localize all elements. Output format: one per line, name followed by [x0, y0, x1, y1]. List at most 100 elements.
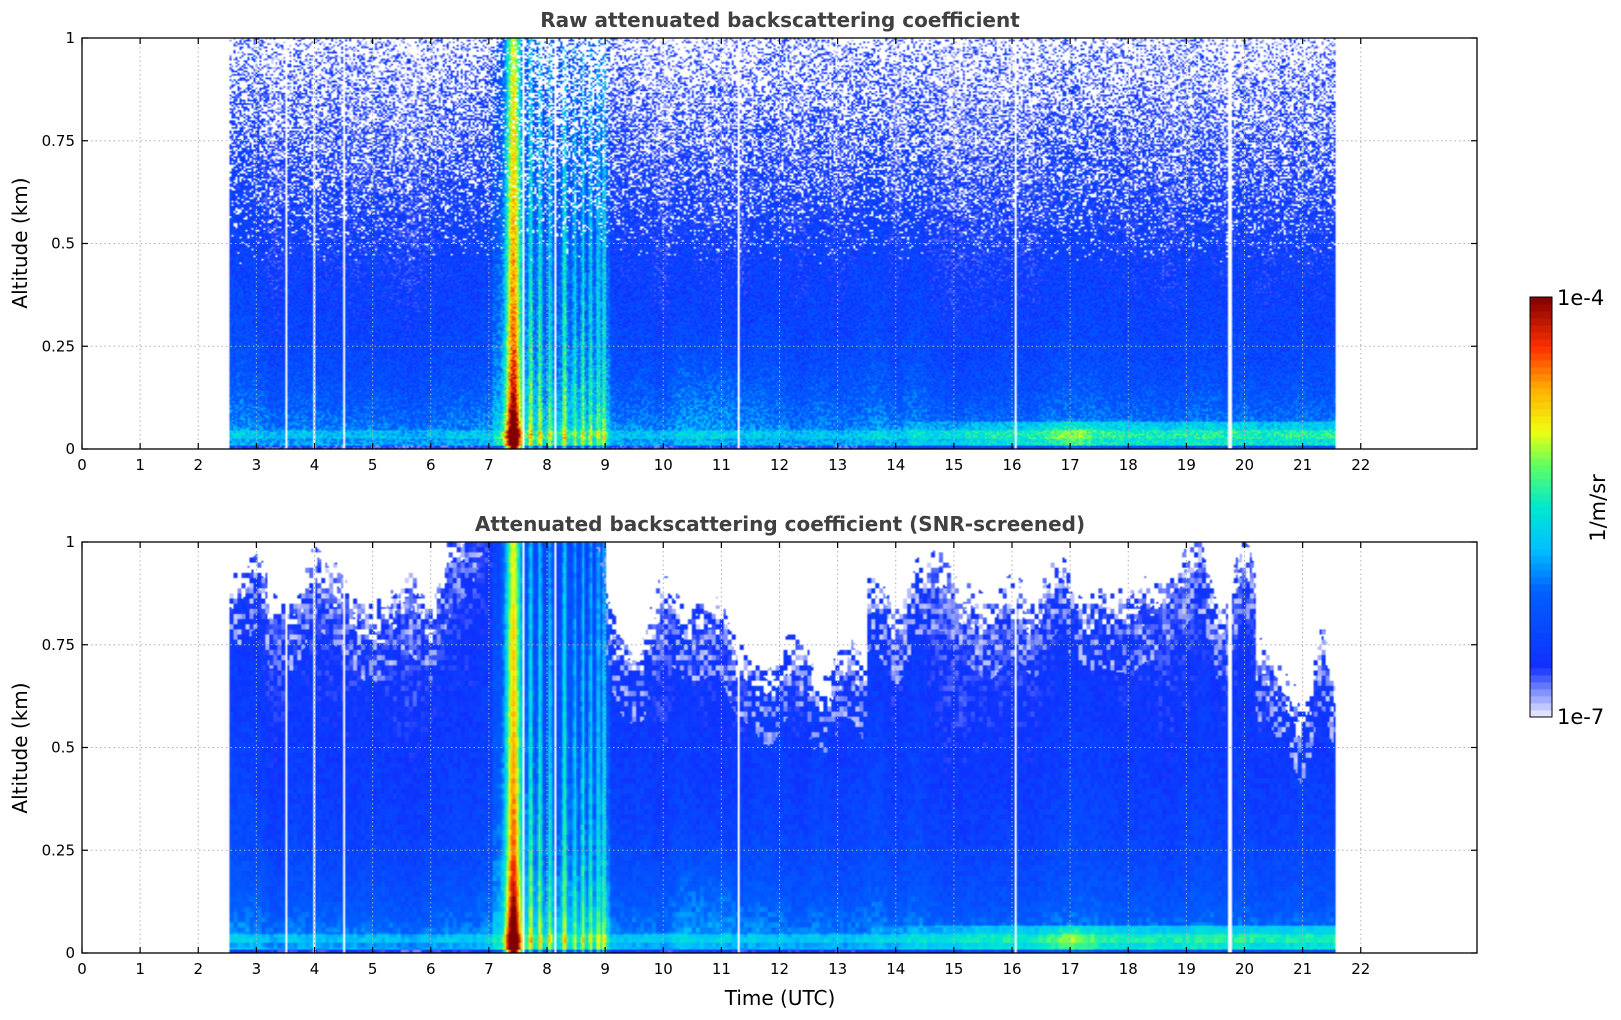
- x-tick-label: 3: [252, 960, 262, 978]
- colorbar-step: [1530, 458, 1552, 466]
- colorbar-step: [1530, 675, 1552, 683]
- x-tick-label: 11: [712, 960, 731, 978]
- x-tick-label: 15: [944, 456, 963, 474]
- colorbar-step: [1530, 353, 1552, 361]
- colorbar-step: [1530, 507, 1552, 515]
- x-tick-label: 20: [1235, 456, 1254, 474]
- x-tick-label: 12: [770, 456, 789, 474]
- panel-screened-plot: 0 1 2 3 4 5 6 7 8 9 10 11 12 13 14 15 16 17 18 19 20 21 22 00.…: [42, 533, 1478, 978]
- x-tick-label: 9: [600, 960, 610, 978]
- colorbar-step: [1530, 549, 1552, 557]
- colorbar-step: [1530, 591, 1552, 599]
- y-tick-label: 0: [65, 440, 75, 458]
- x-tick-label: 10: [654, 456, 673, 474]
- colorbar-step: [1530, 626, 1552, 634]
- y-tick-label: 1: [65, 29, 75, 47]
- colorbar-step: [1530, 465, 1552, 473]
- x-tick-label: 18: [1119, 456, 1138, 474]
- colorbar-step: [1530, 598, 1552, 606]
- panel-screened-ylabel: Altitude (km): [8, 682, 32, 813]
- x-tick-label: 18: [1119, 960, 1138, 978]
- x-tick-label: 13: [828, 456, 847, 474]
- colorbar-step: [1530, 584, 1552, 592]
- x-tick-label: 11: [712, 456, 731, 474]
- colorbar-step: [1530, 311, 1552, 319]
- x-tick-label: 0: [77, 456, 87, 474]
- x-tick-label: 0: [77, 960, 87, 978]
- colorbar-step: [1530, 472, 1552, 480]
- colorbar-step: [1530, 486, 1552, 494]
- y-tick-label: 0.25: [42, 841, 75, 859]
- colorbar-unit-label: 1/m/sr: [1586, 474, 1610, 542]
- colorbar-step: [1530, 528, 1552, 536]
- x-tick-label: 1: [135, 456, 145, 474]
- colorbar-step: [1530, 402, 1552, 410]
- x-tick-label: 5: [368, 960, 378, 978]
- x-tick-label: 8: [542, 456, 552, 474]
- y-tick-label: 0.25: [42, 337, 75, 355]
- x-tick-label: 6: [426, 960, 436, 978]
- colorbar-step: [1530, 703, 1552, 711]
- x-tick-label: 19: [1177, 960, 1196, 978]
- colorbar-step: [1530, 570, 1552, 578]
- x-tick-label: 15: [944, 960, 963, 978]
- colorbar-step: [1530, 640, 1552, 648]
- colorbar-step: [1530, 661, 1552, 669]
- colorbar-step: [1530, 514, 1552, 522]
- colorbar-step: [1530, 668, 1552, 676]
- colorbar-step: [1530, 374, 1552, 382]
- colorbar-step: [1530, 409, 1552, 417]
- x-tick-label: 17: [1061, 960, 1080, 978]
- colorbar-step: [1530, 612, 1552, 620]
- colorbar-step: [1530, 493, 1552, 501]
- colorbar-step: [1530, 325, 1552, 333]
- y-tick-label: 0.5: [51, 235, 75, 253]
- colorbar-step: [1530, 381, 1552, 389]
- colorbar-step: [1530, 556, 1552, 564]
- colorbar-step: [1530, 297, 1552, 305]
- y-tick-label: 0: [65, 944, 75, 962]
- colorbar-step: [1530, 430, 1552, 438]
- x-tick-label: 2: [193, 456, 203, 474]
- x-tick-label: 21: [1293, 960, 1312, 978]
- x-tick-label: 22: [1351, 960, 1370, 978]
- x-tick-label: 16: [1002, 960, 1021, 978]
- colorbar-step: [1530, 710, 1552, 718]
- colorbar-step: [1530, 542, 1552, 550]
- colorbar-step: [1530, 647, 1552, 655]
- x-tick-label: 9: [600, 456, 610, 474]
- x-tick-label: 4: [310, 456, 320, 474]
- x-tick-label: 4: [310, 960, 320, 978]
- colorbar-step: [1530, 367, 1552, 375]
- colorbar-step: [1530, 654, 1552, 662]
- colorbar-step: [1530, 682, 1552, 690]
- panel-raw-plot: 0 1 2 3 4 5 6 7 8 9 10 11 12 13 14 15 16 17 18 19 20 21 22 00.…: [42, 29, 1478, 474]
- colorbar-step: [1530, 696, 1552, 704]
- colorbar-step: [1530, 619, 1552, 627]
- colorbar-step: [1530, 318, 1552, 326]
- colorbar-step: [1530, 479, 1552, 487]
- colorbar-steps: [1529, 296, 1553, 718]
- panel-screened-xlabel: Time (UTC): [724, 986, 836, 1010]
- x-tick-label: 8: [542, 960, 552, 978]
- x-tick-label: 5: [368, 456, 378, 474]
- colorbar-step: [1530, 332, 1552, 340]
- y-tick-label: 0.75: [42, 636, 75, 654]
- x-tick-label: 17: [1061, 456, 1080, 474]
- colorbar-step: [1530, 416, 1552, 424]
- colorbar-step: [1530, 633, 1552, 641]
- colorbar-min-label: 1e-7: [1557, 705, 1604, 729]
- panel-raw-title: Raw attenuated backscattering coefficien…: [540, 8, 1020, 32]
- x-tick-label: 7: [484, 456, 494, 474]
- panel-screened-title: Attenuated backscattering coefficient (S…: [475, 512, 1085, 536]
- colorbar-step: [1530, 360, 1552, 368]
- x-tick-label: 21: [1293, 456, 1312, 474]
- x-tick-label: 19: [1177, 456, 1196, 474]
- colorbar-step: [1530, 437, 1552, 445]
- x-tick-label: 13: [828, 960, 847, 978]
- x-tick-label: 1: [135, 960, 145, 978]
- colorbar-step: [1530, 500, 1552, 508]
- x-tick-label: 2: [193, 960, 203, 978]
- x-tick-label: 22: [1351, 456, 1370, 474]
- colorbar-step: [1530, 346, 1552, 354]
